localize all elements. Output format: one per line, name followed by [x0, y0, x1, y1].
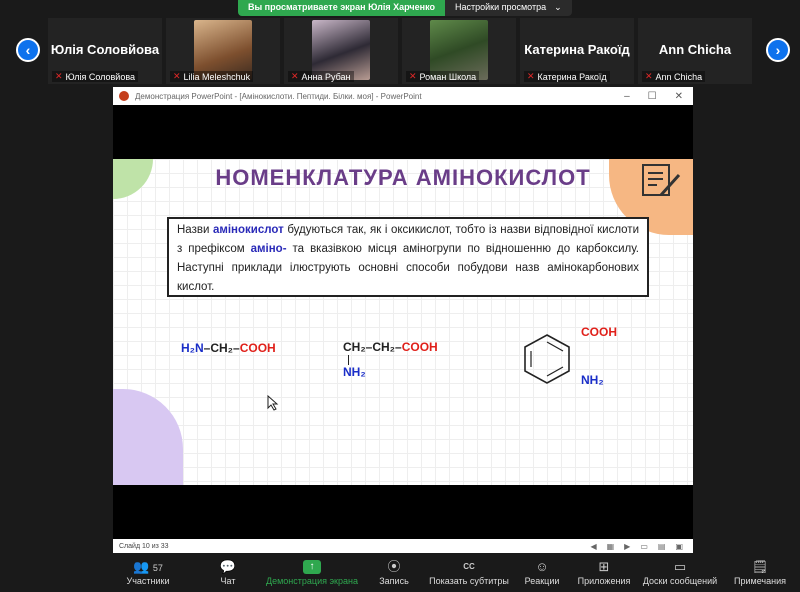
next-page-button[interactable]: › [766, 38, 790, 62]
mic-muted-icon: ✕ [291, 71, 299, 81]
maximize-icon[interactable]: ☐ [648, 91, 657, 102]
slide-sorter-icon[interactable]: ▦ [607, 542, 615, 551]
participant-tile[interactable]: Ann Chicha ✕ Ann Chicha [638, 18, 752, 84]
view-settings-label: Настройки просмотра [454, 2, 547, 12]
reactions-button[interactable]: ☺ Реакции [520, 558, 564, 586]
chevron-left-icon: ‹ [25, 42, 31, 58]
formula-beta-alanine: CH₂–CH₂–COOH [343, 340, 438, 354]
notes-label: Примечания [734, 576, 786, 586]
prev-slide-icon[interactable]: ◀ [590, 542, 596, 551]
formula-anthranilic-amino: NH₂ [581, 373, 604, 387]
decor-purple-blob [113, 389, 183, 485]
chat-label: Чат [220, 576, 236, 586]
share-banner: Вы просматриваете экран Юлія Харченко На… [238, 0, 572, 16]
chevron-down-icon: ⌄ [554, 2, 562, 12]
amino-group: H₂N [181, 341, 204, 355]
carboxyl-group: COOH [239, 341, 276, 355]
subtitles-label: Показать субтитры [429, 576, 509, 586]
participant-name: Lilia Meleshchuk [183, 71, 251, 82]
ppt-window-title: Демонстрация PowerPoint - [Амінокислоти.… [135, 91, 422, 101]
bond-line [348, 355, 349, 365]
record-button[interactable]: ⦿ Запись [372, 558, 416, 586]
share-arrow-icon: ↑ [303, 560, 321, 574]
notes-icon: 🗒 [751, 559, 769, 574]
prev-page-button[interactable]: ‹ [16, 38, 40, 62]
participant-name: Ann Chicha [655, 71, 703, 82]
formula-beta-alanine-amino: NH₂ [343, 365, 366, 379]
highlight-term: амінокислот [212, 224, 284, 236]
whiteboards-label: Доски сообщений [642, 576, 718, 586]
participant-strip: ‹ Юлія Соловйова ✕ Юлія Соловйова ✕ Lilia … [0, 18, 800, 86]
participant-tile[interactable]: ✕ Анна Рубан [284, 18, 398, 84]
slide-text-box: Назви амінокислот будуються так, як і ок… [167, 217, 649, 297]
text-part: Назви [177, 224, 213, 236]
participant-name: Роман Школа [419, 71, 477, 82]
cc-icon: CC [463, 562, 475, 571]
amino-group: NH₂ [581, 373, 604, 387]
participants-button[interactable]: 👥 57 Участники [120, 558, 176, 586]
slideshow-icon[interactable]: ▣ [675, 542, 683, 551]
amino-group: NH₂ [343, 365, 366, 379]
close-icon[interactable]: ✕ [675, 91, 683, 102]
apps-label: Приложения [577, 576, 631, 586]
chat-icon: 💬 [219, 559, 237, 574]
carboxyl-group: COOH [581, 325, 617, 339]
minimize-icon[interactable]: – [624, 91, 630, 102]
participant-display-name: Ann Chicha [658, 42, 732, 57]
participants-label: Участники [126, 576, 170, 586]
meeting-toolbar: 👥 57 Участники 💬 Чат ↑ Демонстрация экра… [0, 556, 800, 592]
participant-tile[interactable]: Юлія Соловйова ✕ Юлія Соловйова [48, 18, 162, 84]
participant-display-name: Катерина Ракоїд [524, 42, 630, 57]
view-settings-button[interactable]: Настройки просмотра ⌄ [444, 0, 572, 16]
record-label: Запись [379, 576, 409, 586]
ppt-status-bar: Слайд 10 из 33 ◀ ▦ ▶ ▭ ▤ ▣ [113, 539, 693, 553]
reading-view-icon[interactable]: ▤ [658, 542, 666, 551]
highlight-term: аміно- [250, 243, 287, 255]
whiteboard-icon: ▭ [673, 559, 687, 574]
mic-muted-icon: ✕ [55, 71, 63, 81]
normal-view-icon[interactable]: ▭ [640, 542, 648, 551]
powerpoint-icon [119, 91, 129, 101]
subtitles-button[interactable]: CC Показать субтитры [424, 558, 514, 586]
viewing-screen-label: Вы просматриваете экран Юлія Харченко [238, 0, 445, 16]
mic-muted-icon: ✕ [527, 71, 535, 81]
formula-glycine: H₂N–CH₂–COOH [181, 341, 276, 355]
carboxyl-group: COOH [401, 340, 438, 354]
participant-tile[interactable]: ✕ Lilia Meleshchuk [166, 18, 280, 84]
participant-name: Катерина Ракоїд [537, 71, 607, 82]
chat-button[interactable]: 💬 Чат [208, 558, 248, 586]
next-slide-icon[interactable]: ▶ [624, 542, 630, 551]
share-screen-button[interactable]: ↑ Демонстрация экрана [262, 558, 362, 586]
smiley-icon: ☺ [535, 559, 549, 574]
chevron-right-icon: › [775, 42, 781, 58]
ppt-titlebar: Демонстрация PowerPoint - [Амінокислоти.… [113, 87, 693, 105]
participant-name: Анна Рубан [301, 71, 351, 82]
carbon-chain: CH₂–CH₂– [343, 340, 402, 354]
benzene-ring [524, 334, 570, 384]
slide-title: НОМЕНКЛАТУРА АМІНОКИСЛОТ [215, 165, 591, 190]
reactions-label: Реакции [524, 576, 560, 586]
slide-canvas: НОМЕНКЛАТУРА АМІНОКИСЛОТ Назви амінокисл… [113, 159, 693, 485]
participant-tile[interactable]: Катерина Ракоїд ✕ Катерина Ракоїд [520, 18, 634, 84]
record-icon: ⦿ [387, 559, 401, 574]
notes-button[interactable]: 🗒 Примечания [730, 558, 790, 586]
carbon-chain: –CH₂– [203, 341, 240, 355]
participant-display-name: Юлія Соловйова [50, 42, 160, 57]
whiteboards-button[interactable]: ▭ Доски сообщений [640, 558, 720, 586]
participant-tile[interactable]: ✕ Роман Школа [402, 18, 516, 84]
slide-counter: Слайд 10 из 33 [119, 542, 169, 550]
cursor-icon [267, 395, 279, 411]
shared-powerpoint-window: Демонстрация PowerPoint - [Амінокислоти.… [113, 87, 693, 553]
share-screen-label: Демонстрация экрана [266, 576, 358, 586]
apps-button[interactable]: ⊞ Приложения [574, 558, 634, 586]
apps-icon: ⊞ [598, 559, 610, 574]
participant-name: Юлія Соловйова [65, 71, 136, 82]
mic-muted-icon: ✕ [173, 71, 181, 81]
mic-muted-icon: ✕ [409, 71, 417, 81]
people-icon: 👥 [133, 559, 150, 574]
formula-anthranilic-carboxyl: COOH [581, 325, 617, 339]
mic-muted-icon: ✕ [645, 71, 653, 81]
participants-count: 57 [152, 563, 163, 573]
